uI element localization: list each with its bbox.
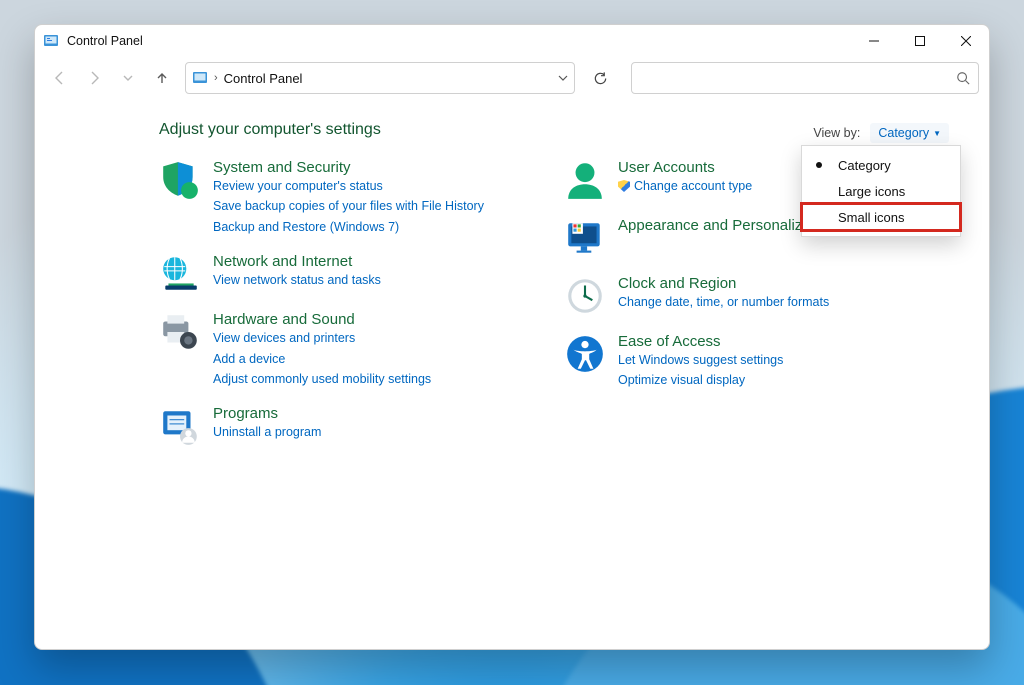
category-link[interactable]: Hardware and Sound [213,311,431,328]
category-link[interactable]: User Accounts [618,159,752,176]
address-bar[interactable]: › Control Panel [185,62,575,94]
category-ease-of-access: Ease of Access Let Windows suggest setti… [564,333,933,391]
category-link[interactable]: Network and Internet [213,253,381,270]
address-icon [192,70,208,86]
maximize-button[interactable] [897,25,943,57]
task-link[interactable]: View devices and printers [213,329,431,348]
category-network-internet: Network and Internet View network status… [159,253,528,295]
task-link[interactable]: Let Windows suggest settings [618,351,783,370]
view-by-selector[interactable]: Category ▼ [870,123,949,143]
refresh-button[interactable] [583,62,617,94]
bullet-icon [816,162,822,168]
chevron-right-icon: › [214,72,218,84]
category-link[interactable]: Programs [213,405,321,422]
task-link[interactable]: Change account type [618,177,752,196]
nav-recent-button[interactable] [113,63,143,93]
task-link[interactable]: Save backup copies of your files with Fi… [213,197,484,216]
view-by-value: Category [878,126,929,140]
content-area: Adjust your computer's settings View by:… [35,99,989,649]
task-link[interactable]: Review your computer's status [213,177,484,196]
category-clock-region: Clock and Region Change date, time, or n… [564,275,933,317]
task-link[interactable]: Add a device [213,350,431,369]
task-link[interactable]: Change date, time, or number formats [618,293,829,312]
task-link[interactable]: Uninstall a program [213,423,321,442]
view-by-dropdown: Category Large icons Small icons [801,145,961,237]
nav-back-button[interactable] [45,63,75,93]
shield-icon [159,159,201,201]
window-title: Control Panel [67,34,143,48]
clock-icon [564,275,606,317]
nav-row: › Control Panel [35,57,989,99]
accessibility-icon [564,333,606,375]
view-by: View by: Category ▼ [813,123,949,143]
printer-icon [159,311,201,353]
control-panel-icon [43,33,59,49]
monitor-icon [564,217,606,259]
task-link[interactable]: Backup and Restore (Windows 7) [213,218,484,237]
chevron-down-icon: ▼ [933,129,941,138]
left-column: System and Security Review your computer… [159,159,528,447]
task-link[interactable]: Optimize visual display [618,371,783,390]
category-system-security: System and Security Review your computer… [159,159,528,237]
dropdown-item-category[interactable]: Category [802,152,960,178]
search-box[interactable] [631,62,979,94]
category-programs: Programs Uninstall a program [159,405,528,447]
category-link[interactable]: Ease of Access [618,333,783,350]
programs-icon [159,405,201,447]
network-icon [159,253,201,295]
task-link[interactable]: Adjust commonly used mobility settings [213,370,431,389]
nav-up-button[interactable] [147,63,177,93]
search-icon[interactable] [956,71,970,85]
dropdown-item-small-icons[interactable]: Small icons [802,204,960,230]
user-icon [564,159,606,201]
close-button[interactable] [943,25,989,57]
category-link[interactable]: Clock and Region [618,275,829,292]
category-hardware-sound: Hardware and Sound View devices and prin… [159,311,528,389]
titlebar: Control Panel [35,25,989,57]
view-by-label: View by: [813,126,860,140]
address-dropdown-icon[interactable] [558,73,568,83]
control-panel-window: Control Panel › Control Panel Adjus [34,24,990,650]
search-input[interactable] [640,71,956,86]
nav-forward-button[interactable] [79,63,109,93]
task-link[interactable]: View network status and tasks [213,271,381,290]
minimize-button[interactable] [851,25,897,57]
category-link[interactable]: System and Security [213,159,484,176]
address-location[interactable]: Control Panel [224,71,303,86]
dropdown-item-large-icons[interactable]: Large icons [802,178,960,204]
